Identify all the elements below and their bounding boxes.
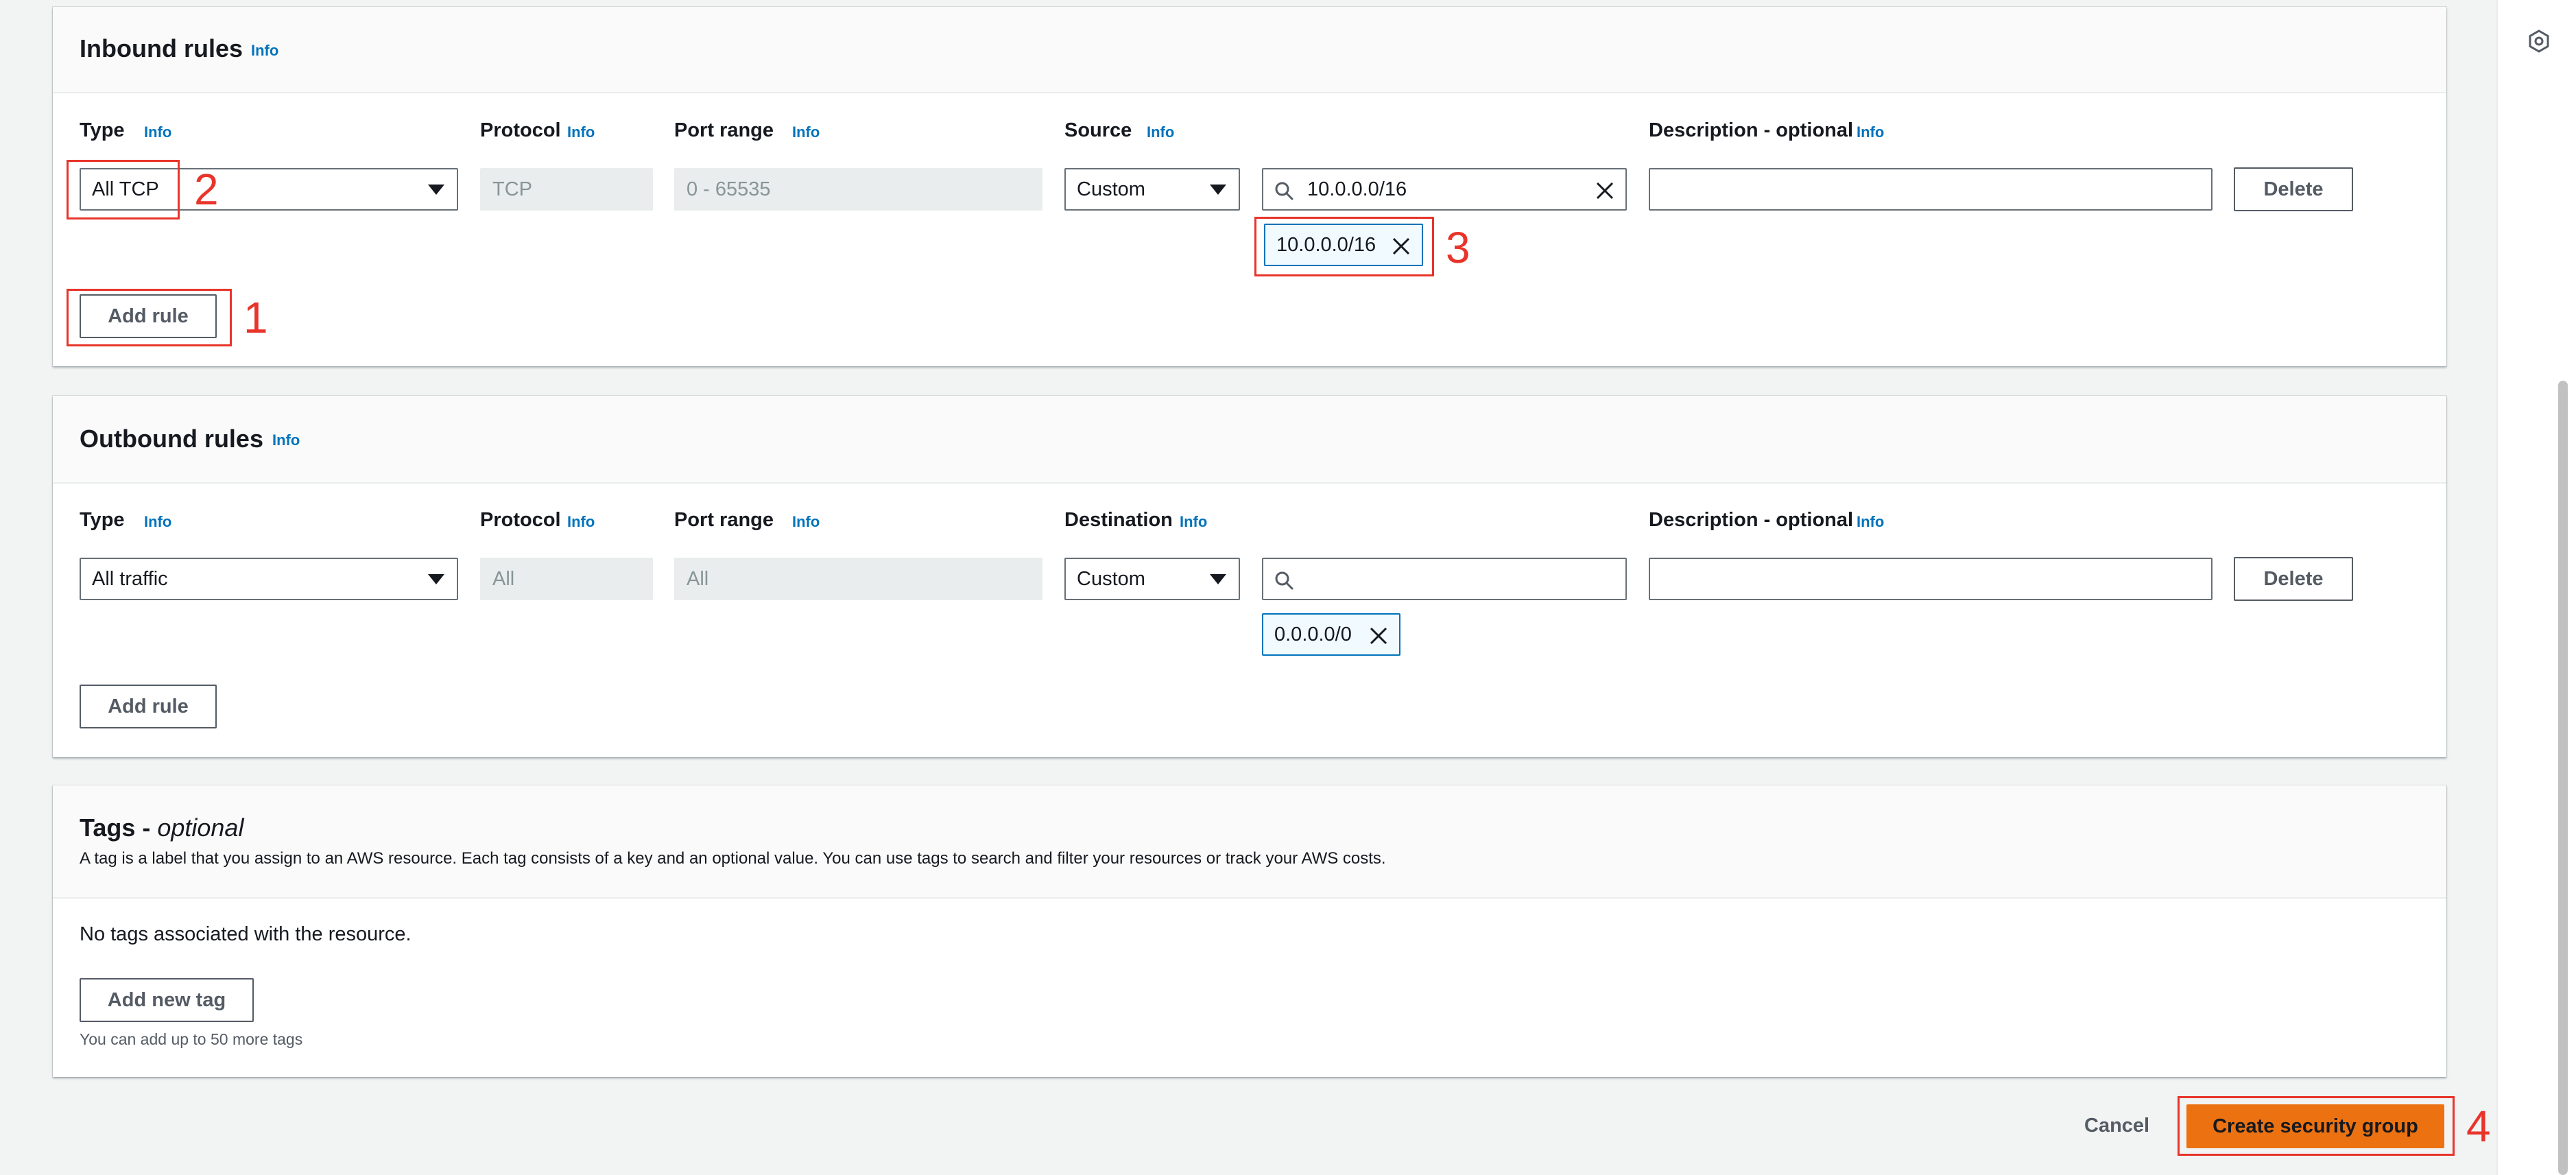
outbound-description-input[interactable] — [1649, 558, 2213, 600]
outbound-type-info-link[interactable]: Info — [144, 513, 171, 531]
inbound-delete-button[interactable]: Delete — [2234, 167, 2353, 211]
inbound-description-info-link[interactable]: Info — [1857, 123, 1884, 141]
outbound-protocol-value: All — [492, 567, 515, 590]
outbound-protocol-info-link[interactable]: Info — [567, 513, 595, 531]
inbound-port-range-label: Port range — [674, 119, 774, 141]
outbound-protocol-label: Protocol — [480, 509, 561, 531]
outbound-add-rule-button[interactable]: Add rule — [80, 685, 217, 728]
outbound-port-range-value: All — [687, 567, 709, 590]
annotation-box-add-rule — [67, 289, 232, 346]
clear-icon[interactable] — [1594, 180, 1616, 202]
outbound-rules-header: Outbound rules Info — [53, 396, 2446, 484]
outbound-destination-label: Destination — [1064, 509, 1173, 531]
settings-hexagon-icon[interactable] — [2527, 29, 2551, 53]
outbound-destination-search-input[interactable] — [1262, 558, 1627, 600]
outbound-destination-type-select[interactable]: Custom — [1064, 558, 1240, 600]
tags-empty-text: No tags associated with the resource. — [80, 923, 412, 945]
annotation-number-1: 1 — [243, 293, 268, 342]
inbound-type-info-link[interactable]: Info — [144, 123, 171, 141]
inbound-protocol-field: TCP — [480, 168, 653, 211]
outbound-port-range-info-link[interactable]: Info — [792, 513, 820, 531]
annotation-number-3: 3 — [1446, 223, 1470, 272]
outbound-description-info-link[interactable]: Info — [1857, 513, 1884, 531]
tags-title-text: Tags - — [80, 814, 158, 842]
outbound-rules-panel: Outbound rules Info Type Info Protocol I… — [53, 396, 2446, 757]
inbound-source-search-value: 10.0.0.0/16 — [1307, 178, 1407, 200]
inbound-type-label: Type — [80, 119, 125, 141]
outbound-protocol-field: All — [480, 558, 653, 600]
tags-header: Tags - optional A tag is a label that yo… — [53, 785, 2446, 899]
inbound-protocol-value: TCP — [492, 178, 532, 200]
inbound-port-range-field: 0 - 65535 — [674, 168, 1042, 211]
chevron-down-icon — [428, 574, 444, 584]
close-icon[interactable] — [1368, 625, 1390, 647]
inbound-source-info-link[interactable]: Info — [1147, 123, 1174, 141]
outbound-rules-title: Outbound rules — [80, 425, 263, 453]
outbound-port-range-label: Port range — [674, 509, 774, 531]
inbound-source-type-select[interactable]: Custom — [1064, 168, 1240, 211]
annotation-box-source-token — [1254, 217, 1434, 276]
tags-panel: Tags - optional A tag is a label that yo… — [53, 785, 2446, 1077]
outbound-description-label: Description - optional — [1649, 509, 1854, 531]
tags-title: Tags - optional — [80, 814, 243, 842]
inbound-source-type-value: Custom — [1077, 178, 1145, 200]
chevron-down-icon — [428, 185, 444, 195]
outbound-type-select[interactable]: All traffic — [80, 558, 458, 600]
tags-limit-text: You can add up to 50 more tags — [80, 1030, 303, 1048]
inbound-port-range-value: 0 - 65535 — [687, 178, 771, 200]
inbound-rules-info-link[interactable]: Info — [251, 42, 278, 60]
inbound-rules-title: Inbound rules — [80, 34, 243, 62]
search-icon — [1275, 571, 1293, 590]
inbound-protocol-label: Protocol — [480, 119, 561, 141]
search-icon — [1275, 182, 1293, 200]
outbound-port-range-field: All — [674, 558, 1042, 600]
outbound-delete-button[interactable]: Delete — [2234, 557, 2353, 601]
chevron-down-icon — [1210, 185, 1226, 195]
annotation-number-4: 4 — [2466, 1102, 2491, 1151]
tags-title-optional: optional — [157, 814, 244, 842]
outbound-destination-token[interactable]: 0.0.0.0/0 — [1262, 613, 1400, 656]
inbound-protocol-info-link[interactable]: Info — [567, 123, 595, 141]
inbound-description-input[interactable] — [1649, 168, 2213, 211]
outbound-destination-info-link[interactable]: Info — [1180, 513, 1207, 531]
inbound-rules-panel: Inbound rules Info Type Info Protocol In… — [53, 7, 2446, 366]
add-new-tag-button[interactable]: Add new tag — [80, 978, 254, 1022]
inbound-source-label: Source — [1064, 119, 1132, 141]
outbound-type-label: Type — [80, 509, 125, 531]
security-group-form: Inbound rules Info Type Info Protocol In… — [0, 0, 2576, 1175]
inbound-description-label: Description - optional — [1649, 119, 1854, 141]
outbound-rules-info-link[interactable]: Info — [272, 431, 300, 449]
outbound-destination-token-label: 0.0.0.0/0 — [1274, 623, 1352, 645]
inbound-port-range-info-link[interactable]: Info — [792, 123, 820, 141]
annotation-box-type-select — [67, 160, 180, 219]
annotation-number-2: 2 — [194, 165, 219, 214]
inbound-rules-header: Inbound rules Info — [53, 7, 2446, 93]
outbound-type-value: All traffic — [92, 567, 168, 590]
tags-description: A tag is a label that you assign to an A… — [80, 849, 1386, 868]
annotation-box-create-button — [2178, 1096, 2455, 1156]
chevron-down-icon — [1210, 574, 1226, 584]
cancel-button[interactable]: Cancel — [2084, 1115, 2149, 1137]
vertical-scrollbar[interactable] — [2558, 381, 2568, 1175]
inbound-source-search-input[interactable]: 10.0.0.0/16 — [1262, 168, 1627, 211]
outbound-destination-type-value: Custom — [1077, 567, 1145, 590]
